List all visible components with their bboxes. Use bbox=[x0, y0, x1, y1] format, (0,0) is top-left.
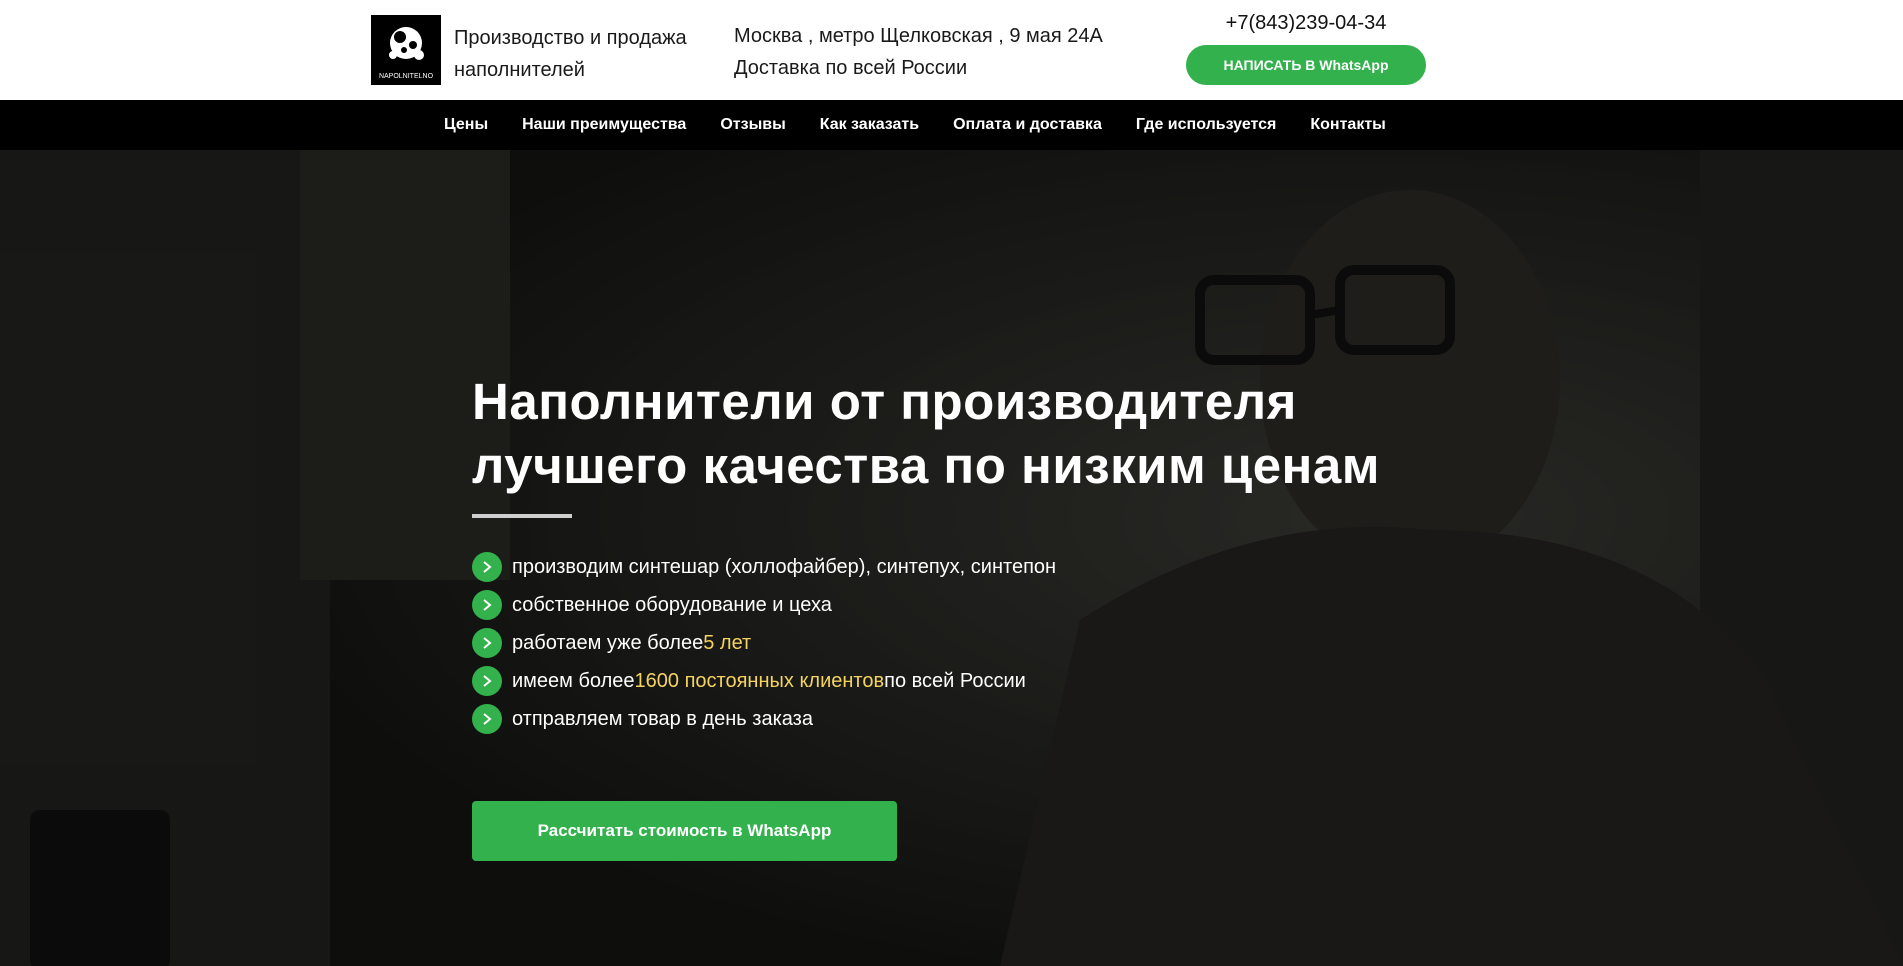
hero-section: Наполнители от производителя лучшего кач… bbox=[0, 150, 1903, 966]
main-nav: Цены Наши преимущества Отзывы Как заказа… bbox=[0, 100, 1903, 150]
hero-title-line1: Наполнители от производителя bbox=[472, 373, 1297, 430]
feature-item: производим синтешар (холлофайбер), синте… bbox=[472, 548, 1056, 586]
nav-item-how-to-order[interactable]: Как заказать bbox=[820, 116, 919, 134]
feature-text: собственное оборудование и цеха bbox=[512, 593, 832, 616]
contact-address: Москва , метро Щелковская , 9 мая 24А До… bbox=[734, 20, 1154, 84]
chevron-right-icon bbox=[472, 552, 502, 582]
features-list: производим синтешар (холлофайбер), синте… bbox=[472, 548, 1056, 738]
feature-text: имеем более bbox=[512, 669, 635, 692]
chevron-right-icon bbox=[472, 704, 502, 734]
feature-text: отправляем товар в день заказа bbox=[512, 707, 813, 730]
nav-item-prices[interactable]: Цены bbox=[444, 116, 488, 134]
nav-item-reviews[interactable]: Отзывы bbox=[720, 116, 785, 134]
nav-item-payment-delivery[interactable]: Оплата и доставка bbox=[953, 116, 1102, 134]
nav-item-usage[interactable]: Где используется bbox=[1136, 116, 1277, 134]
feature-highlight: 5 лет bbox=[703, 631, 752, 654]
logo-icon: NAPOLNITELNO bbox=[379, 27, 434, 80]
feature-text: работаем уже более bbox=[512, 631, 704, 654]
phone-number[interactable]: +7(843)239-04-34 bbox=[1186, 12, 1426, 35]
calculate-cost-whatsapp-button[interactable]: Рассчитать стоимость в WhatsApp bbox=[472, 801, 897, 861]
feature-item: имеем более 1600 постоянных клиентов по … bbox=[472, 662, 1056, 700]
chevron-right-icon bbox=[472, 590, 502, 620]
hero-title: Наполнители от производителя лучшего кач… bbox=[472, 370, 1472, 498]
chevron-right-icon bbox=[472, 628, 502, 658]
feature-text: по всей России bbox=[884, 669, 1026, 692]
feature-highlight: 1600 постоянных клиентов bbox=[634, 669, 885, 692]
site-tagline: Производство и продажа наполнителей bbox=[454, 27, 687, 81]
chevron-right-icon bbox=[472, 666, 502, 696]
feature-text: производим синтешар (холлофайбер), синте… bbox=[512, 555, 1057, 578]
feature-item: отправляем товар в день заказа bbox=[472, 700, 1056, 738]
delivery-line: Доставка по всей России bbox=[734, 57, 968, 79]
address-line: Москва , метро Щелковская , 9 мая 24А bbox=[734, 25, 1103, 47]
hero-title-line2: лучшего качества по низким ценам bbox=[472, 437, 1380, 494]
whatsapp-header-button[interactable]: НАПИСАТЬ В WhatsApp bbox=[1186, 45, 1426, 85]
logo-text: NAPOLNITELNO bbox=[379, 73, 434, 80]
title-divider bbox=[472, 514, 572, 518]
nav-item-advantages[interactable]: Наши преимущества bbox=[522, 116, 686, 134]
site-logo[interactable]: NAPOLNITELNO bbox=[371, 15, 441, 85]
site-header: NAPOLNITELNO Производство и продажа напо… bbox=[0, 0, 1903, 100]
feature-item: собственное оборудование и цеха bbox=[472, 586, 1056, 624]
feature-item: работаем уже более 5 лет bbox=[472, 624, 1056, 662]
nav-item-contacts[interactable]: Контакты bbox=[1310, 116, 1385, 134]
